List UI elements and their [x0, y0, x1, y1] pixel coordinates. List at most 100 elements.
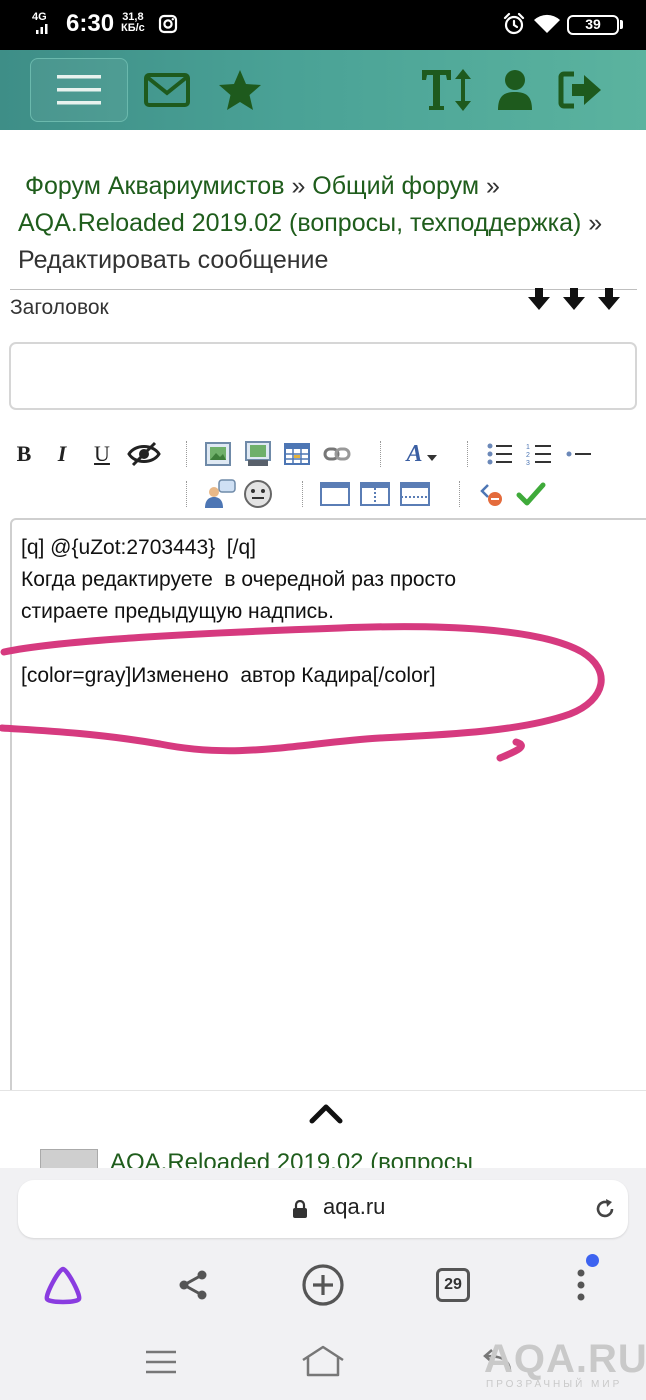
smiley-icon [244, 480, 272, 508]
font-color-button[interactable]: A [400, 439, 444, 469]
toolbar-separator [467, 441, 468, 467]
network-speed: 31,8 КБ/с [121, 12, 145, 34]
logout-button[interactable] [556, 58, 606, 122]
editor-line: Когда редактируете в очередной раз прост… [21, 568, 457, 591]
aqa-watermark: AQA.RU ПРОЗРАЧНЫЙ МИР [484, 1339, 646, 1399]
address-bar[interactable]: aqa.ru [18, 1180, 628, 1238]
share-button[interactable] [170, 1262, 216, 1308]
more-menu-button[interactable] [558, 1262, 604, 1308]
numbered-list-button[interactable]: 123 [524, 439, 554, 469]
bold-label: B [16, 441, 32, 466]
favorites-button[interactable] [214, 58, 266, 122]
recent-topic-link[interactable]: AQA.Reloaded 2019.02 (вопросы [110, 1149, 473, 1168]
layout-two-column-icon [360, 482, 390, 506]
menu-button[interactable] [30, 58, 128, 122]
bold-button[interactable]: B [9, 439, 39, 469]
insert-image-upload-button[interactable] [243, 439, 273, 469]
toolbar-separator [380, 441, 381, 467]
toolbar-separator [302, 481, 303, 507]
toolbar-separator [186, 481, 187, 507]
bullet-list-icon [487, 443, 512, 465]
breadcrumb-link-forum[interactable]: Форум Аквариумистов [25, 172, 285, 200]
chevron-up-icon[interactable] [306, 1101, 346, 1125]
breadcrumb: Форум Аквариумистов » Общий форум » AQA.… [18, 168, 628, 279]
svg-text:2: 2 [526, 452, 530, 459]
breadcrumb-current: Редактировать сообщение [18, 246, 329, 274]
editor-line: [q] @{uZot:2703443} [/q] [21, 536, 256, 559]
network-type: 4G [32, 11, 47, 23]
clock: 6:30 [66, 10, 115, 37]
hidden-eye-icon [127, 441, 161, 467]
new-tab-button[interactable] [300, 1262, 346, 1308]
spoiler-button[interactable] [126, 439, 162, 469]
home-icon [302, 1345, 344, 1377]
topic-thumbnail [40, 1149, 98, 1168]
link-icon [323, 447, 351, 461]
screen: 4G 6:30 31,8 КБ/с 39 Форум Аквариумистов… [0, 0, 646, 1400]
breadcrumb-link-topic[interactable]: AQA.Reloaded 2019.02 (вопросы, техподдер… [18, 209, 581, 237]
source-code-button[interactable] [477, 479, 507, 509]
numbered-list-icon: 123 [526, 444, 551, 467]
image-upload-icon [245, 441, 271, 466]
alarm-icon [503, 12, 525, 35]
url-text: aqa.ru [323, 1194, 386, 1219]
alice-assistant-button[interactable] [40, 1262, 86, 1308]
breadcrumb-link-general[interactable]: Общий форум [312, 172, 479, 200]
underline-label: U [94, 441, 110, 466]
scroll-down-arrows-icon[interactable] [527, 287, 627, 313]
recent-topics-panel: AQA.Reloaded 2019.02 (вопросы [0, 1090, 646, 1168]
layout-one-column-button[interactable] [320, 479, 350, 509]
toolbar-separator [459, 481, 460, 507]
quote-button[interactable] [203, 479, 237, 509]
text-size-button[interactable] [418, 58, 474, 122]
watermark-tagline: ПРОЗРАЧНЫЙ МИР [486, 1379, 623, 1390]
svg-text:1: 1 [526, 444, 530, 451]
forum-header [0, 50, 646, 130]
layout-one-column-icon [320, 482, 350, 506]
layout-divider-icon [400, 482, 430, 506]
title-input[interactable] [9, 342, 637, 410]
share-icon [179, 1270, 207, 1300]
recent-apps-icon [146, 1350, 176, 1374]
italic-button[interactable]: I [47, 439, 77, 469]
italic-label: I [57, 441, 67, 466]
message-editor[interactable]: [q] @{uZot:2703443} [/q] Когда редактиру… [10, 518, 646, 1098]
alice-icon [44, 1266, 82, 1305]
speed-unit: КБ/с [121, 22, 145, 34]
smiley-button[interactable] [243, 479, 273, 509]
editor-line: стираете предыдущую надпись. [21, 600, 334, 623]
breadcrumb-separator: » [284, 172, 313, 200]
bulleted-list-button[interactable] [485, 439, 515, 469]
lock-icon [293, 1200, 307, 1218]
layout-divider-button[interactable] [400, 479, 430, 509]
plus-circle-icon [302, 1264, 344, 1306]
insert-image-button[interactable] [203, 439, 233, 469]
list-item-icon [566, 451, 591, 457]
chevron-down-icon [426, 455, 437, 461]
notification-dot [586, 1254, 599, 1267]
layout-two-column-button[interactable] [360, 479, 390, 509]
text-size-icon [422, 69, 471, 111]
tabs-button[interactable]: 29 [430, 1262, 476, 1308]
instagram-icon [158, 14, 178, 34]
profile-button[interactable] [494, 58, 536, 122]
editor-line: [color=gray]Изменено автор Кадира[/color… [21, 664, 436, 687]
recent-apps-button[interactable] [142, 1348, 180, 1381]
editor-blank-line [21, 628, 646, 660]
battery-indicator: 39 [567, 15, 619, 35]
insert-link-button[interactable] [322, 439, 352, 469]
messages-button[interactable] [140, 58, 194, 122]
table-icon [284, 443, 310, 465]
more-vertical-icon [577, 1269, 585, 1301]
image-icon [205, 442, 231, 466]
submit-check-button[interactable] [516, 479, 546, 509]
reload-icon[interactable] [593, 1197, 617, 1221]
menu-icon [57, 75, 101, 105]
insert-table-button[interactable] [282, 439, 312, 469]
star-icon [219, 70, 261, 110]
breadcrumb-separator: » [479, 172, 500, 200]
underline-button[interactable]: U [87, 439, 117, 469]
list-item-button[interactable] [564, 439, 594, 469]
toolbar-separator [186, 441, 187, 467]
home-button[interactable] [300, 1344, 346, 1383]
